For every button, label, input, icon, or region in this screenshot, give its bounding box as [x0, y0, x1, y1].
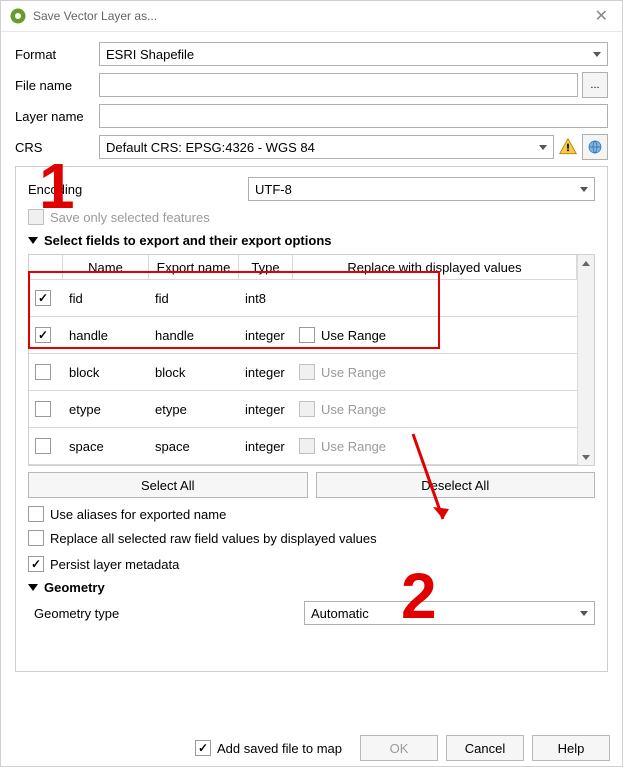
add-to-map-checkbox[interactable]	[195, 740, 211, 756]
encoding-label: Encoding	[28, 182, 248, 197]
table-row: blockblockintegerUse Range	[29, 354, 577, 391]
help-button[interactable]: Help	[532, 735, 610, 761]
geometry-type-label: Geometry type	[34, 606, 304, 621]
crs-value: Default CRS: EPSG:4326 - WGS 84	[106, 140, 315, 155]
format-combo[interactable]: ESRI Shapefile	[99, 42, 608, 66]
use-range-label: Use Range	[321, 402, 386, 417]
use-aliases-checkbox[interactable]	[28, 506, 44, 522]
dialog-footer: Add saved file to map OK Cancel Help	[1, 730, 622, 766]
field-type: integer	[239, 428, 293, 464]
table-row: etypeetypeintegerUse Range	[29, 391, 577, 428]
use-range-label: Use Range	[321, 439, 386, 454]
save-selected-label: Save only selected features	[50, 210, 210, 225]
field-name: space	[63, 428, 149, 464]
title-bar: Save Vector Layer as... ✕	[1, 1, 622, 32]
warning-icon	[558, 137, 578, 157]
geometry-type-value: Automatic	[311, 606, 369, 621]
globe-icon	[587, 139, 603, 155]
field-export-name[interactable]: block	[149, 354, 239, 390]
geometry-type-combo[interactable]: Automatic	[304, 601, 595, 625]
chevron-down-icon	[593, 52, 601, 57]
format-value: ESRI Shapefile	[106, 47, 194, 62]
encoding-combo[interactable]: UTF-8	[248, 177, 595, 201]
app-icon	[9, 7, 27, 25]
chevron-down-icon	[580, 611, 588, 616]
field-export-name[interactable]: space	[149, 428, 239, 464]
field-name: block	[63, 354, 149, 390]
use-range-checkbox	[299, 438, 315, 454]
replace-all-checkbox[interactable]	[28, 530, 44, 546]
field-type: integer	[239, 354, 293, 390]
field-checkbox[interactable]	[35, 290, 51, 306]
ok-button[interactable]: OK	[360, 735, 438, 761]
chevron-down-icon	[580, 187, 588, 192]
crs-combo[interactable]: Default CRS: EPSG:4326 - WGS 84	[99, 135, 554, 159]
field-checkbox[interactable]	[35, 438, 51, 454]
layername-label: Layer name	[15, 109, 99, 124]
field-name: etype	[63, 391, 149, 427]
field-checkbox[interactable]	[35, 401, 51, 417]
browse-button[interactable]: ...	[582, 72, 608, 98]
crs-label: CRS	[15, 140, 99, 155]
replace-all-label: Replace all selected raw field values by…	[50, 531, 377, 546]
use-range-checkbox	[299, 401, 315, 417]
field-name: handle	[63, 317, 149, 353]
field-type: integer	[239, 391, 293, 427]
use-range-label: Use Range	[321, 365, 386, 380]
collapse-icon	[28, 237, 38, 244]
fields-section-header[interactable]: Select fields to export and their export…	[28, 233, 595, 248]
filename-label: File name	[15, 78, 99, 93]
encoding-value: UTF-8	[255, 182, 292, 197]
persist-metadata-checkbox[interactable]	[28, 556, 44, 572]
field-name: fid	[63, 280, 149, 316]
field-checkbox[interactable]	[35, 327, 51, 343]
table-header: Name Export name Type Replace with displ…	[29, 255, 577, 280]
crs-picker-button[interactable]	[582, 134, 608, 160]
format-label: Format	[15, 47, 99, 62]
filename-input[interactable]	[99, 73, 578, 97]
use-range-label: Use Range	[321, 328, 386, 343]
table-row: handlehandleintegerUse Range	[29, 317, 577, 354]
field-export-name[interactable]: etype	[149, 391, 239, 427]
field-type: integer	[239, 317, 293, 353]
deselect-all-button[interactable]: Deselect All	[316, 472, 596, 498]
collapse-icon	[28, 584, 38, 591]
use-aliases-label: Use aliases for exported name	[50, 507, 226, 522]
field-type: int8	[239, 280, 293, 316]
layername-input[interactable]	[99, 104, 608, 128]
table-row: spacespaceintegerUse Range	[29, 428, 577, 465]
field-export-name[interactable]: fid	[149, 280, 239, 316]
close-icon[interactable]: ✕	[589, 6, 614, 26]
add-to-map-label: Add saved file to map	[217, 741, 342, 756]
cancel-button[interactable]: Cancel	[446, 735, 524, 761]
chevron-down-icon	[539, 145, 547, 150]
persist-metadata-label: Persist layer metadata	[50, 557, 179, 572]
geometry-section-header[interactable]: Geometry	[28, 580, 595, 595]
save-selected-checkbox	[28, 209, 44, 225]
use-range-checkbox[interactable]	[299, 327, 315, 343]
table-row: fidfidint8	[29, 280, 577, 317]
options-panel: Encoding UTF-8 Save only selected featur…	[15, 166, 608, 672]
field-checkbox[interactable]	[35, 364, 51, 380]
fields-table: Name Export name Type Replace with displ…	[29, 255, 577, 465]
use-range-checkbox	[299, 364, 315, 380]
window-title: Save Vector Layer as...	[33, 9, 589, 23]
field-export-name[interactable]: handle	[149, 317, 239, 353]
select-all-button[interactable]: Select All	[28, 472, 308, 498]
scrollbar[interactable]	[577, 255, 594, 465]
